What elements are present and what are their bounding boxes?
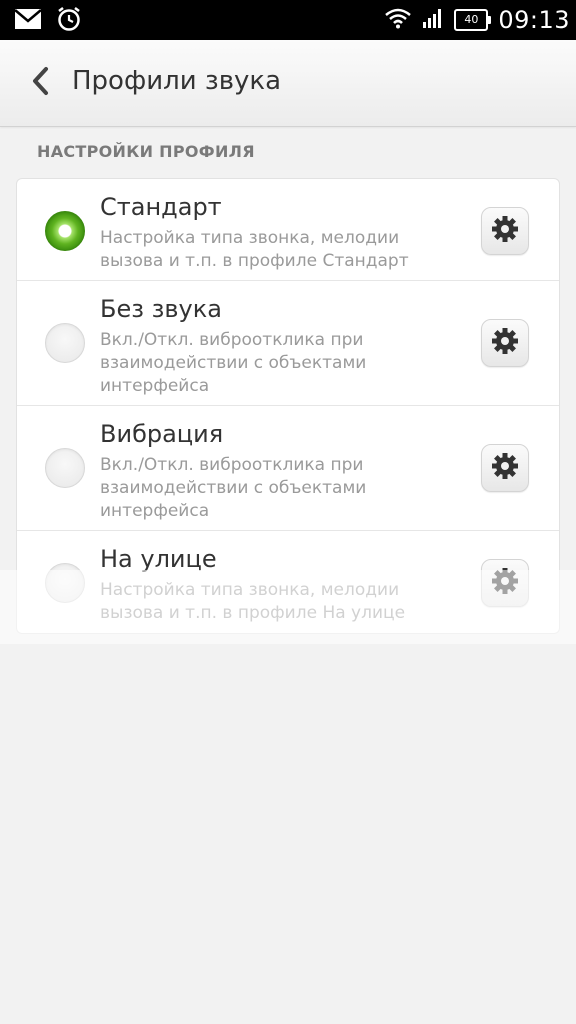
profile-title: На улице [100, 545, 217, 573]
settings-button-vibration[interactable] [481, 444, 529, 492]
profile-subtitle: Настройка типа звонка, мелодии вызова и … [100, 580, 406, 623]
profile-subtitle: Вкл./Откл. виброотклика при взаимодейств… [100, 330, 367, 396]
page-title: Профили звука [72, 66, 282, 96]
section-header: НАСТРОЙКИ ПРОФИЛЯ [37, 142, 255, 161]
signal-icon [422, 7, 444, 33]
profile-row-vibration[interactable]: Вибрация Вкл./Откл. виброотклика при вза… [17, 406, 559, 531]
settings-button-outdoor[interactable] [481, 559, 529, 607]
gear-icon [491, 452, 519, 484]
gear-icon [491, 567, 519, 599]
gear-icon [491, 215, 519, 247]
profile-row-standard[interactable]: Стандарт Настройка типа звонка, мелодии … [17, 179, 559, 281]
radio-silent[interactable] [45, 323, 85, 363]
radio-standard[interactable] [45, 211, 85, 251]
settings-button-silent[interactable] [481, 319, 529, 367]
gear-icon [491, 327, 519, 359]
settings-button-standard[interactable] [481, 207, 529, 255]
alarm-icon [56, 6, 82, 36]
back-button[interactable] [20, 63, 60, 103]
radio-vibration[interactable] [45, 448, 85, 488]
action-bar: Профили звука [0, 40, 576, 127]
radio-outdoor[interactable] [45, 563, 85, 603]
profile-title: Без звука [100, 295, 222, 323]
profile-row-silent[interactable]: Без звука Вкл./Откл. виброотклика при вз… [17, 281, 559, 406]
mail-icon [14, 8, 42, 34]
profile-title: Вибрация [100, 420, 224, 448]
profile-title: Стандарт [100, 193, 222, 221]
battery-icon: 40 [454, 9, 492, 31]
profile-subtitle: Вкл./Откл. виброотклика при взаимодейств… [100, 455, 367, 521]
profile-row-outdoor[interactable]: На улице Настройка типа звонка, мелодии … [17, 531, 559, 633]
status-time: 09:13 [498, 6, 570, 34]
status-bar: 40 09:13 [0, 0, 576, 40]
profile-list: Стандарт Настройка типа звонка, мелодии … [16, 178, 560, 634]
wifi-icon [384, 7, 412, 33]
status-left [14, 6, 82, 36]
status-right: 40 09:13 [384, 0, 570, 40]
chevron-left-icon [30, 66, 50, 100]
profile-subtitle: Настройка типа звонка, мелодии вызова и … [100, 228, 409, 271]
